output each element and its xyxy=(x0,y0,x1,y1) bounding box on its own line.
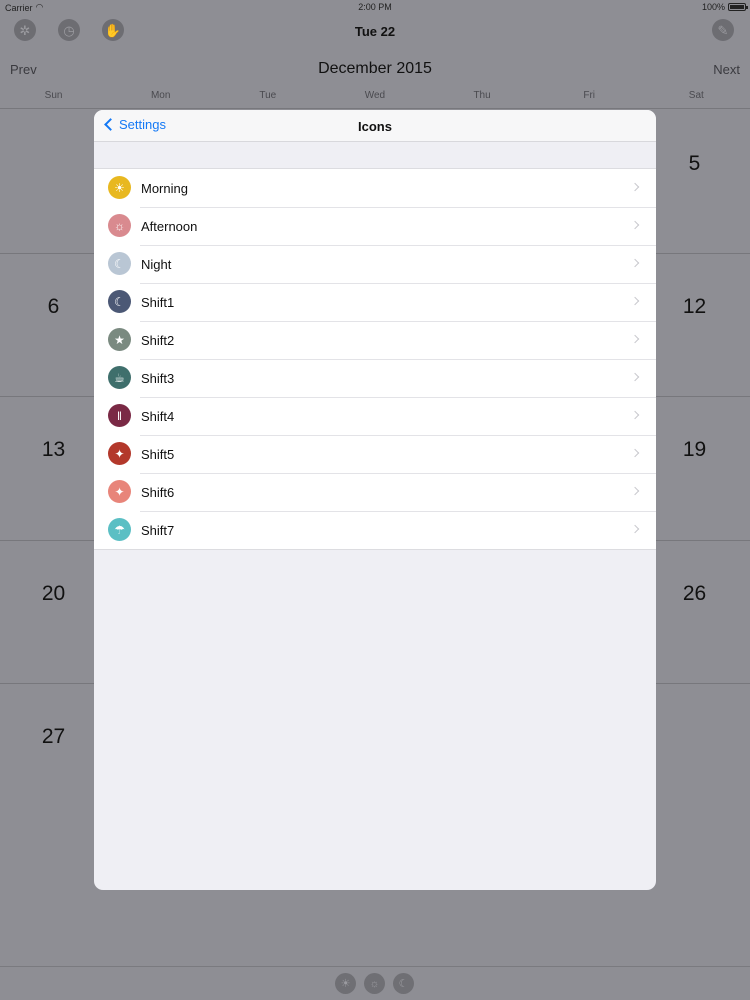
next-button[interactable]: Next xyxy=(713,62,740,77)
sun-icon: ☀ xyxy=(108,176,131,199)
list-item[interactable]: ✦ Shift6 xyxy=(94,473,656,511)
calendar-day[interactable]: 12 xyxy=(641,295,748,319)
weekday-thu: Thu xyxy=(473,90,491,101)
sunset-icon[interactable]: ☼ xyxy=(364,973,385,994)
cup-icon: ☕ xyxy=(108,366,131,389)
list-item-label: Night xyxy=(141,257,172,272)
chevron-right-icon xyxy=(630,486,640,496)
list-item-label: Shift1 xyxy=(141,295,175,310)
list-item-label: Shift7 xyxy=(141,523,175,538)
battery-icon xyxy=(728,3,748,11)
running-icon: ✦ xyxy=(108,480,131,503)
icons-modal: Settings Icons ☀ Morning ☼ Afternoon ☾ N… xyxy=(94,110,656,890)
weekday-tue: Tue xyxy=(259,90,277,101)
chevron-right-icon xyxy=(630,372,640,382)
list-item-label: Morning xyxy=(141,181,188,196)
chevron-right-icon xyxy=(630,410,640,420)
sunset-icon: ☼ xyxy=(108,214,131,237)
star-icon: ★ xyxy=(108,328,131,351)
list-item[interactable]: ☂ Shift7 xyxy=(94,511,656,549)
weekday-fri: Fri xyxy=(583,90,596,101)
status-bar: Carrier ◠ 2:00 PM 100% xyxy=(0,0,750,16)
brush-icon[interactable]: ✎ xyxy=(712,19,734,41)
chevron-right-icon xyxy=(630,524,640,534)
calendar-day[interactable]: 19 xyxy=(641,438,748,462)
moon-icon: ☾ xyxy=(108,252,131,275)
list-item-label: Afternoon xyxy=(141,219,198,234)
night-moon-icon: ☾ xyxy=(108,290,131,313)
status-time: 2:00 PM xyxy=(358,2,392,12)
chevron-right-icon xyxy=(630,334,640,344)
modal-title: Icons xyxy=(358,119,392,134)
list-item-label: Shift6 xyxy=(141,485,175,500)
list-item-label: Shift4 xyxy=(141,409,175,424)
chevron-right-icon xyxy=(630,448,640,458)
weekday-mon: Mon xyxy=(150,90,171,101)
list-item[interactable]: ☀ Morning xyxy=(94,169,656,207)
modal-nav-bar: Settings Icons xyxy=(94,110,656,142)
list-item[interactable]: ☾ Night xyxy=(94,245,656,283)
month-nav: Prev December 2015 Next xyxy=(0,56,750,84)
battery-percent: 100% xyxy=(701,2,725,12)
weekday-sat: Sat xyxy=(688,90,704,101)
list-item-label: Shift5 xyxy=(141,447,175,462)
weekday-wed: Wed xyxy=(364,90,386,101)
umbrella-icon: ☂ xyxy=(108,518,131,541)
toolbar: ✲ ◷ ✋ Tue 22 ✎ xyxy=(0,16,750,46)
icons-list: ☀ Morning ☼ Afternoon ☾ Night ☾ Shift1 ★… xyxy=(94,168,656,550)
chevron-right-icon xyxy=(630,258,640,268)
list-item-label: Shift2 xyxy=(141,333,175,348)
cutlery-icon: ‖ xyxy=(108,404,131,427)
list-item[interactable]: ✦ Shift5 xyxy=(94,435,656,473)
weekday-header: Sun Mon Tue Wed Thu Fri Sat xyxy=(0,90,750,106)
chevron-right-icon xyxy=(630,220,640,230)
bottom-divider xyxy=(0,966,750,967)
calendar-day[interactable]: 13 xyxy=(0,438,107,462)
list-item[interactable]: ‖ Shift4 xyxy=(94,397,656,435)
chevron-right-icon xyxy=(630,182,640,192)
calendar-day[interactable]: 27 xyxy=(0,725,107,749)
toolbar-title: Tue 22 xyxy=(354,24,396,39)
list-item[interactable]: ☾ Shift1 xyxy=(94,283,656,321)
calendar-day[interactable]: 6 xyxy=(0,295,107,319)
sun-icon[interactable]: ☀ xyxy=(335,973,356,994)
calendar-day[interactable]: 20 xyxy=(0,582,107,606)
list-item[interactable]: ☼ Afternoon xyxy=(94,207,656,245)
battery: 100% xyxy=(701,2,748,12)
list-item[interactable]: ★ Shift2 xyxy=(94,321,656,359)
runner-icon: ✦ xyxy=(108,442,131,465)
weekday-sun: Sun xyxy=(44,90,63,101)
list-item-label: Shift3 xyxy=(141,371,175,386)
chevron-right-icon xyxy=(630,296,640,306)
calendar-day[interactable]: 5 xyxy=(641,152,748,176)
list-item[interactable]: ☕ Shift3 xyxy=(94,359,656,397)
calendar-day[interactable]: 26 xyxy=(641,582,748,606)
grid-divider xyxy=(0,108,750,109)
moon-icon[interactable]: ☾ xyxy=(393,973,414,994)
month-title: December 2015 xyxy=(318,60,432,77)
